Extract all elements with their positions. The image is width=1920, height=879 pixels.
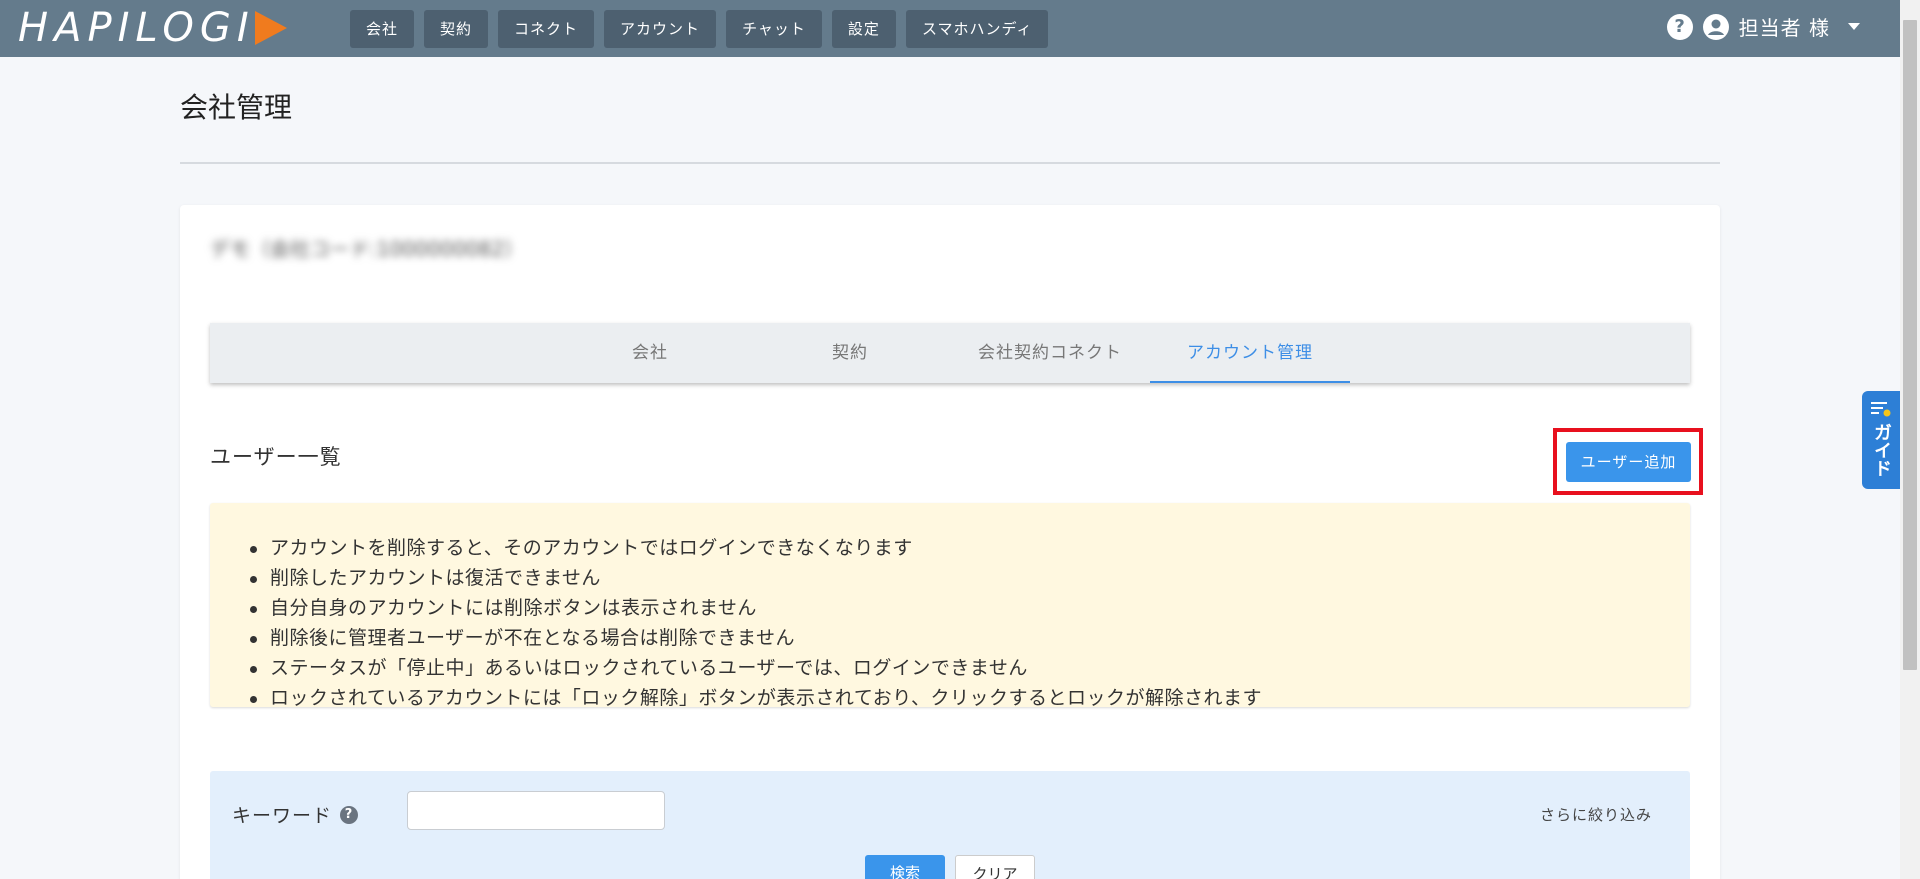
page-scrollbar[interactable]: [1900, 0, 1920, 879]
guide-label: ガイド: [1871, 423, 1892, 477]
top-navigation-bar: HAPILOGI 会社 契約 コネクト アカウント チャット 設定 スマホハンデ…: [0, 0, 1900, 57]
tab-company-contract-connect[interactable]: 会社契約コネクト: [950, 323, 1150, 383]
nav-chat[interactable]: チャット: [726, 10, 822, 48]
notice-item: 削除後に管理者ユーザーが不在となる場合は削除できません: [240, 623, 1690, 653]
notice-item: 自分自身のアカウントには削除ボタンは表示されません: [240, 593, 1690, 623]
tab-account-management[interactable]: アカウント管理: [1150, 323, 1350, 383]
notice-item: アカウントを削除すると、そのアカウントではログインできなくなります: [240, 533, 1690, 563]
tab-contract[interactable]: 契約: [750, 323, 950, 383]
user-menu[interactable]: ? 担当者 様: [1666, 12, 1860, 41]
scrollbar-thumb[interactable]: [1903, 20, 1917, 670]
company-card: デモ（会社コード:1000000082） 会社 契約 会社契約コネクト アカウン…: [180, 205, 1720, 879]
hapilogi-logo[interactable]: HAPILOGI: [18, 6, 287, 50]
user-name[interactable]: 担当者 様: [1739, 12, 1830, 41]
page-title: 会社管理: [180, 91, 293, 124]
keyword-label-group: キーワード ?: [232, 801, 359, 828]
nav-contract[interactable]: 契約: [424, 10, 489, 48]
guide-list-icon: [1871, 402, 1891, 417]
notice-item: ステータスが「停止中」あるいはロックされているユーザーでは、ログインできません: [240, 653, 1690, 683]
search-panel: キーワード ? さらに絞り込み 検索 クリア: [210, 771, 1690, 879]
nav-account[interactable]: アカウント: [604, 10, 717, 48]
company-name-blurred: デモ（会社コード:1000000082）: [210, 237, 524, 261]
keyword-input[interactable]: [407, 791, 665, 830]
notice-panel: アカウントを削除すると、そのアカウントではログインできなくなります 削除したアカ…: [210, 503, 1690, 709]
main-nav: 会社 契約 コネクト アカウント チャット 設定 スマホハンディ: [350, 10, 1049, 48]
advanced-filter-link[interactable]: さらに絞り込み: [1540, 804, 1652, 825]
notice-item: ロックされているアカウントには「ロック解除」ボタンが表示されており、クリックする…: [240, 683, 1690, 713]
logo-text: HAPILOGI: [18, 5, 255, 51]
user-avatar-icon: [1702, 13, 1729, 40]
tab-company[interactable]: 会社: [550, 323, 750, 383]
logo-triangle-icon: [254, 11, 287, 45]
chevron-down-icon[interactable]: [1848, 23, 1860, 30]
nav-connect[interactable]: コネクト: [498, 10, 595, 48]
nav-smartphone-handy[interactable]: スマホハンディ: [905, 10, 1049, 48]
nav-settings[interactable]: 設定: [831, 10, 896, 48]
nav-company[interactable]: 会社: [350, 10, 415, 48]
search-button[interactable]: 検索: [865, 855, 945, 879]
notice-item: 削除したアカウントは復活できません: [240, 563, 1690, 593]
clear-button[interactable]: クリア: [955, 855, 1035, 879]
help-icon[interactable]: ?: [1666, 13, 1693, 40]
add-user-button[interactable]: ユーザー追加: [1566, 442, 1691, 482]
user-list-title: ユーザー一覧: [210, 445, 342, 469]
keyword-label: キーワード: [232, 805, 333, 827]
company-tabs: 会社 契約 会社契約コネクト アカウント管理: [210, 323, 1690, 383]
keyword-help-icon[interactable]: ?: [340, 805, 359, 824]
guide-tab[interactable]: ガイド: [1862, 391, 1900, 489]
notice-list: アカウントを削除すると、そのアカウントではログインできなくなります 削除したアカ…: [240, 533, 1690, 713]
title-divider: [180, 162, 1720, 164]
